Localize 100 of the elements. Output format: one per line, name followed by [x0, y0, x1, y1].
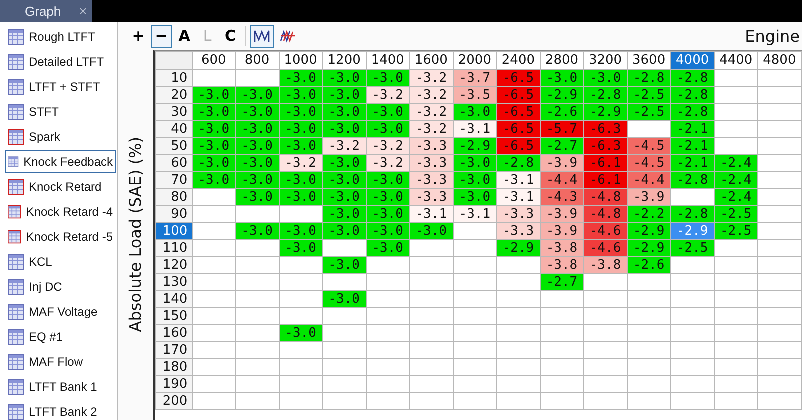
table-cell: -4.3 [540, 188, 584, 206]
column-header[interactable]: 3600 [627, 52, 671, 70]
table-cell: -2.4 [714, 154, 758, 172]
row-header[interactable]: 90 [156, 206, 192, 222]
row-header[interactable]: 110 [156, 240, 192, 256]
table-cell: -2.1 [670, 154, 714, 172]
row-header[interactable]: 30 [156, 104, 192, 120]
column-header[interactable]: 4000 [670, 52, 714, 70]
column-header[interactable]: 1600 [410, 52, 454, 70]
sidebar-item[interactable]: Knock Feedback [5, 150, 116, 173]
table-cell: -3.3 [410, 188, 454, 206]
sidebar-item[interactable]: Knock Retard [5, 175, 116, 198]
table-cell: -3.0 [366, 206, 410, 222]
table-cell: -3.0 [322, 70, 366, 86]
column-header[interactable]: 1200 [322, 52, 366, 70]
table-cell: -3.3 [410, 172, 454, 188]
row-header[interactable]: 140 [156, 290, 192, 308]
column-header[interactable]: 1400 [366, 52, 410, 70]
toolbar-button[interactable]: A [174, 24, 195, 48]
table-cell: -2.9 [496, 240, 540, 256]
row-header[interactable]: 80 [156, 188, 192, 206]
table-cell: -6.5 [496, 104, 540, 120]
row-header[interactable]: 70 [156, 172, 192, 188]
table-cell: -3.0 [322, 86, 366, 104]
sidebar-item[interactable]: MAF Flow [5, 350, 116, 373]
toolbar-button[interactable]: + [128, 24, 149, 48]
column-header[interactable]: 1000 [279, 52, 323, 70]
table-cell: -2.5 [714, 222, 758, 240]
close-icon[interactable]: × [79, 3, 88, 19]
sidebar-item[interactable]: Spark [5, 125, 116, 148]
table-cell: -3.0 [322, 256, 366, 274]
row-header[interactable]: 170 [156, 342, 192, 358]
row-header[interactable]: 50 [156, 138, 192, 154]
row-header[interactable]: 200 [156, 392, 192, 410]
row-header[interactable]: 20 [156, 86, 192, 104]
column-header[interactable]: 2400 [496, 52, 540, 70]
table-cell: -3.2 [410, 70, 454, 86]
row-header[interactable]: 10 [156, 70, 192, 86]
sidebar-item[interactable]: Rough LTFT [5, 25, 116, 48]
column-header[interactable]: 4800 [758, 52, 802, 70]
table-cell: -2.1 [670, 120, 714, 138]
table-cell: -3.8 [584, 256, 628, 274]
sidebar-item[interactable]: LTFT Bank 1 [5, 375, 116, 398]
table-cell: -3.0 [192, 138, 236, 154]
row-header[interactable]: 180 [156, 358, 192, 376]
column-header[interactable]: 600 [192, 52, 236, 70]
table-cell: -3.0 [366, 188, 410, 206]
table-cell: -3.0 [192, 104, 236, 120]
table-cell: -2.8 [670, 70, 714, 86]
sidebar-item[interactable]: KCL [5, 250, 116, 273]
x-axis-title: Engine [745, 26, 801, 46]
sidebar-item[interactable]: Detailed LTFT [5, 50, 116, 73]
table-cell: -4.4 [540, 172, 584, 188]
sidebar-item[interactable]: EQ #1 [5, 325, 116, 348]
column-header[interactable]: 2800 [540, 52, 584, 70]
table-cell: -3.0 [236, 188, 280, 206]
row-header[interactable]: 100 [156, 222, 192, 240]
table-cell: -2.2 [627, 206, 671, 222]
table-cell: -5.7 [540, 120, 584, 138]
table-cell: -2.6 [627, 256, 671, 274]
row-header[interactable]: 160 [156, 324, 192, 342]
graph-tab[interactable]: Graph × [0, 0, 92, 22]
table-cell: -6.5 [496, 70, 540, 86]
table-cell: -3.0 [322, 290, 366, 308]
toolbar-button[interactable]: − [151, 24, 172, 48]
table-cell: -2.7 [540, 274, 584, 290]
table-cell: -3.2 [366, 138, 410, 154]
sidebar-item[interactable]: LTFT Bank 2 [5, 400, 116, 420]
sidebar-item[interactable]: MAF Voltage [5, 300, 116, 323]
table-cell: -2.9 [627, 222, 671, 240]
column-header[interactable]: 800 [236, 52, 280, 70]
sidebar-item[interactable]: STFT [5, 100, 116, 123]
table-cell: -2.9 [584, 104, 628, 120]
table-cell: -3.0 [366, 120, 410, 138]
row-header[interactable]: 190 [156, 376, 192, 392]
row-header[interactable]: 40 [156, 120, 192, 138]
table-cell: -6.3 [584, 138, 628, 154]
sidebar-item[interactable]: Knock Retard -4 [5, 200, 116, 223]
table-cell: -3.0 [279, 138, 323, 154]
line-graph-icon [254, 29, 270, 43]
table-cell: -3.9 [540, 154, 584, 172]
sidebar-item[interactable]: Knock Retard -5 [5, 225, 116, 248]
column-header[interactable]: 2000 [453, 52, 497, 70]
sidebar-item[interactable]: LTFT + STFT [5, 75, 116, 98]
row-header[interactable]: 60 [156, 154, 192, 172]
toolbar-button[interactable]: C [220, 24, 241, 48]
table-cell: -3.0 [453, 104, 497, 120]
line-graph-button[interactable] [250, 24, 274, 48]
sidebar-item[interactable]: Inj DC [5, 275, 116, 298]
table-cell: -3.0 [322, 222, 366, 240]
table-cell: -3.0 [322, 104, 366, 120]
table-cell: -2.8 [627, 70, 671, 86]
table-cell: -3.0 [236, 120, 280, 138]
column-header[interactable]: 4400 [714, 52, 758, 70]
table-cell: -2.8 [670, 172, 714, 188]
row-header[interactable]: 150 [156, 308, 192, 324]
row-header[interactable]: 120 [156, 256, 192, 274]
row-header[interactable]: 130 [156, 274, 192, 290]
table-cell: -3.0 [236, 86, 280, 104]
column-header[interactable]: 3200 [584, 52, 628, 70]
